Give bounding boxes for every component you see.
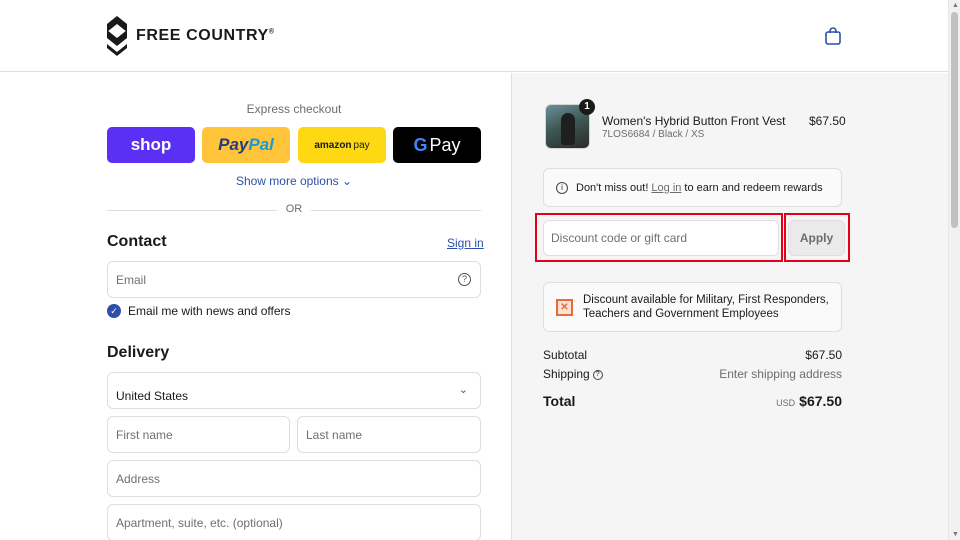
checkmark-icon[interactable]: ✓	[107, 304, 121, 318]
shop-pay-button[interactable]: shop	[107, 127, 195, 163]
military-discount-banner[interactable]: ✕ Discount available for Military, First…	[543, 282, 842, 332]
shipping-row: Shipping? Enter shipping address	[543, 367, 842, 381]
chevron-down-icon: ⌄	[458, 384, 468, 396]
shopping-bag-icon[interactable]	[824, 27, 842, 45]
help-question-icon[interactable]: ?	[592, 369, 603, 380]
apartment-field[interactable]	[107, 504, 481, 540]
apartment-input[interactable]	[116, 515, 480, 530]
subtotal-row: Subtotal $67.50	[543, 348, 842, 362]
log-in-link[interactable]: Log in	[651, 182, 681, 194]
or-text: OR	[285, 203, 303, 215]
currency-code: USD	[776, 398, 796, 408]
scroll-down-arrow-icon[interactable]: ▼	[952, 531, 959, 538]
email-field[interactable]: ?	[107, 261, 481, 298]
contact-heading: Contact	[107, 233, 167, 250]
discount-badge-icon: ✕	[556, 299, 573, 316]
info-icon: i	[556, 181, 568, 194]
subtotal-label: Subtotal	[543, 348, 588, 362]
highlight-box	[535, 213, 783, 262]
chevron-stack-logo-icon	[107, 16, 127, 56]
product-variant: 7LOS6684 / Black / XS	[602, 129, 705, 140]
delivery-heading: Delivery	[107, 344, 170, 361]
help-question-icon[interactable]: ?	[458, 273, 471, 286]
amazon-pay-button[interactable]: amazon pay	[298, 127, 386, 163]
show-more-options-link[interactable]: Show more options ⌄	[107, 174, 481, 188]
or-divider: OR	[107, 203, 481, 217]
brand-logo[interactable]: FREE COUNTRY®	[107, 16, 275, 56]
site-header: FREE COUNTRY®	[0, 0, 948, 72]
country-select[interactable]: United States ⌄	[107, 372, 481, 409]
military-discount-text: Discount available for Military, First R…	[583, 294, 829, 320]
paypal-button[interactable]: Pay Pal	[202, 127, 290, 163]
sign-in-link[interactable]: Sign in	[447, 236, 484, 250]
email-input[interactable]	[116, 272, 480, 287]
shipping-label: Shipping	[543, 367, 590, 381]
rewards-prefix: Don't miss out!	[576, 181, 649, 194]
google-pay-button[interactable]: G Pay	[393, 127, 481, 163]
first-name-input[interactable]	[116, 427, 289, 442]
product-image	[561, 113, 575, 145]
product-name: Women's Hybrid Button Front Vest	[602, 114, 786, 128]
express-checkout-title: Express checkout	[246, 102, 342, 116]
rewards-suffix: to earn and redeem rewards	[684, 181, 823, 194]
total-label: Total	[543, 393, 576, 409]
order-summary: 1 Women's Hybrid Button Front Vest 7LOS6…	[511, 73, 948, 540]
newsletter-option[interactable]: ✓ Email me with news and offers	[107, 304, 291, 318]
shipping-value: Enter shipping address	[719, 367, 842, 381]
newsletter-label: Email me with news and offers	[128, 304, 291, 318]
last-name-input[interactable]	[306, 427, 480, 442]
total-row: Total USD $67.50	[543, 393, 842, 409]
scroll-up-arrow-icon[interactable]: ▲	[952, 2, 959, 9]
last-name-field[interactable]	[297, 416, 481, 453]
total-value: $67.50	[799, 393, 842, 409]
address-input[interactable]	[116, 471, 480, 486]
total-amount: USD $67.50	[776, 393, 842, 409]
rewards-banner: i Don't miss out! Log in to earn and red…	[543, 168, 842, 207]
subtotal-value: $67.50	[805, 348, 842, 362]
page-scrollbar[interactable]: ▲ ▼	[948, 0, 960, 540]
address-field[interactable]	[107, 460, 481, 497]
first-name-field[interactable]	[107, 416, 290, 453]
quantity-badge: 1	[579, 99, 595, 115]
product-price: $67.50	[809, 114, 846, 128]
highlight-box	[784, 213, 850, 262]
country-value: United States	[116, 389, 189, 403]
scrollbar-thumb[interactable]	[951, 12, 958, 228]
divider-line	[311, 210, 481, 211]
brand-name: FREE COUNTRY®	[136, 27, 275, 44]
checkout-form: Express checkout shop Pay Pal amazon pay G…	[0, 73, 511, 540]
